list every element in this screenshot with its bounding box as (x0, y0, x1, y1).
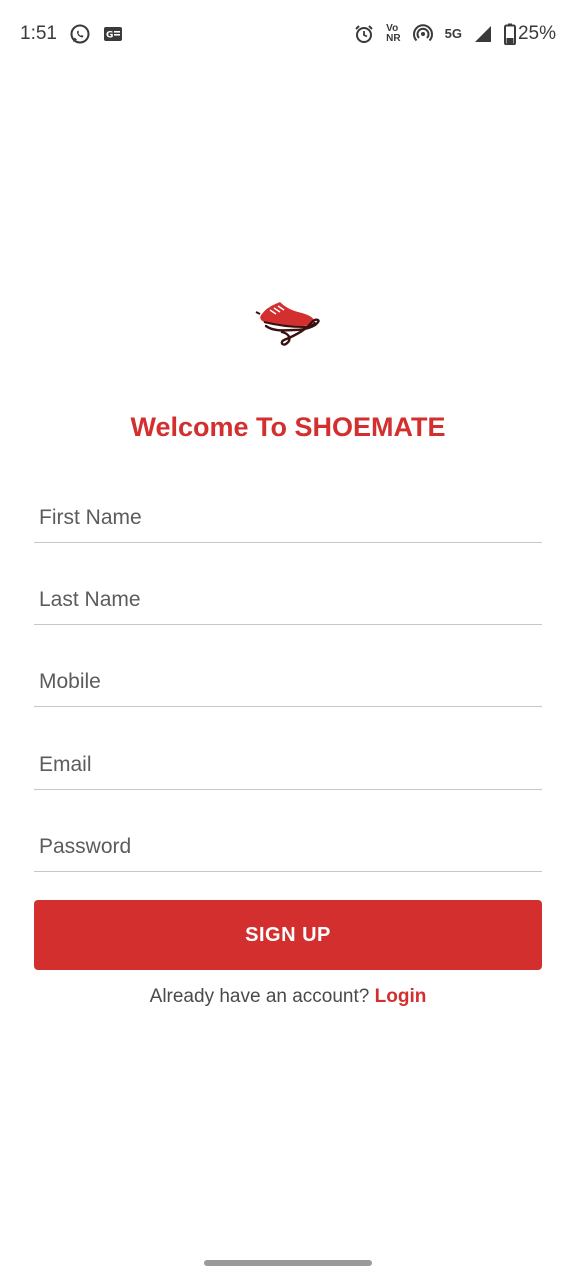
alarm-icon (354, 24, 374, 44)
svg-text:G: G (106, 31, 113, 41)
first-name-input[interactable] (39, 506, 529, 530)
home-indicator[interactable] (204, 1260, 372, 1266)
status-bar: 1:51 G Vo NR 5G 25% (0, 0, 576, 68)
status-time: 1:51 (20, 23, 57, 44)
mobile-field (34, 649, 542, 707)
email-input[interactable] (39, 753, 529, 777)
login-prompt: Already have an account? Login (0, 986, 576, 1008)
signal-icon (474, 25, 492, 43)
login-prompt-text: Already have an account? (149, 986, 375, 1007)
first-name-field (34, 485, 542, 543)
password-field (34, 814, 542, 872)
volte-icon: Vo NR (386, 24, 400, 44)
signup-screen: 1:51 G Vo NR 5G 25% Welcome To SHOEMATE … (0, 0, 576, 1280)
news-icon: G (103, 26, 123, 42)
battery-percent: 25% (517, 23, 556, 44)
status-right: Vo NR 5G 25% (354, 23, 556, 45)
status-left: 1:51 G (20, 23, 123, 45)
last-name-field (34, 567, 542, 625)
login-link[interactable]: Login (375, 986, 427, 1007)
5g-icon: 5G (444, 26, 462, 41)
welcome-title: Welcome To SHOEMATE (130, 412, 446, 442)
mobile-input[interactable] (39, 670, 529, 694)
email-field (34, 732, 542, 790)
volte-label-bottom: NR (386, 33, 401, 44)
whatsapp-icon (69, 23, 91, 45)
password-input[interactable] (39, 835, 529, 859)
sign-up-button[interactable]: SIGN UP (34, 900, 542, 970)
last-name-input[interactable] (39, 588, 529, 612)
battery-icon: 25% (503, 23, 556, 45)
hotspot-icon (412, 24, 433, 44)
sneaker-logo-icon (254, 296, 322, 350)
